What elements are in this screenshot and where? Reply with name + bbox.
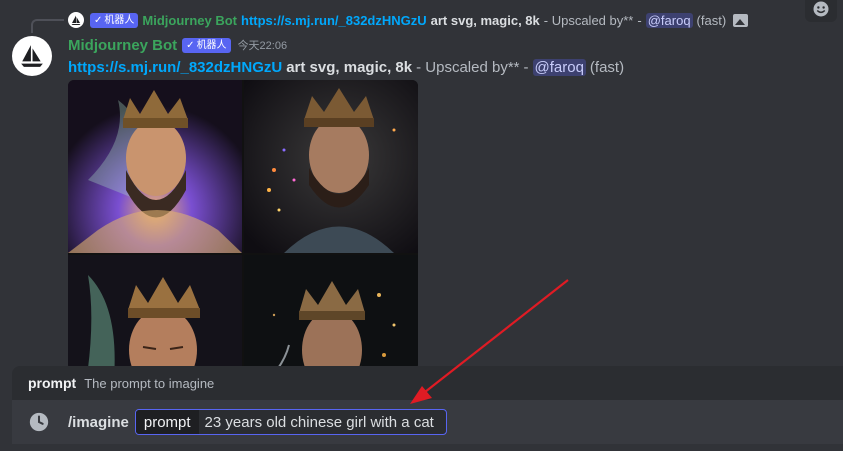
message-mention[interactable]: @faroq xyxy=(532,58,586,76)
prompt-option-field[interactable]: prompt 23 years old chinese girl with a … xyxy=(134,409,447,435)
reply-speed: (fast) xyxy=(696,12,727,28)
reply-suffix: - Upscaled by** xyxy=(543,12,634,28)
grid-image-4[interactable] xyxy=(244,255,418,370)
command-option-popup[interactable]: prompt The prompt to imagine xyxy=(12,366,843,400)
check-icon: ✓ xyxy=(186,39,195,51)
sailboat-icon xyxy=(21,45,43,67)
message-suffix: - Upscaled by** xyxy=(416,58,520,76)
reply-reference[interactable]: ✓ 机器人 Midjourney Bot https://s.mj.run/_8… xyxy=(68,11,749,29)
reply-prompt-text: art svg, magic, 8k xyxy=(430,12,540,28)
reply-link[interactable]: https://s.mj.run/_832dzHNGzU xyxy=(241,13,427,28)
check-icon: ✓ xyxy=(94,14,103,26)
image-grid[interactable] xyxy=(68,80,418,370)
bot-tag: ✓ 机器人 xyxy=(182,37,231,53)
message-input-bar[interactable]: /imagine prompt 23 years old chinese gir… xyxy=(12,400,843,444)
message-speed: (fast) xyxy=(589,58,625,76)
reply-mention[interactable]: @faroq xyxy=(645,12,693,28)
message-author[interactable]: Midjourney Bot xyxy=(68,37,177,54)
image-icon xyxy=(733,13,749,27)
sailboat-icon xyxy=(68,12,84,28)
reply-separator: - xyxy=(637,12,642,28)
message-header: Midjourney Bot ✓ 机器人 今天22:06 xyxy=(68,35,287,55)
clock-icon xyxy=(28,411,50,433)
reply-author[interactable]: Midjourney Bot xyxy=(142,13,237,28)
option-name: prompt xyxy=(28,375,77,391)
slash-command: /imagine xyxy=(68,413,129,431)
avatar[interactable] xyxy=(12,36,52,76)
prompt-input[interactable]: 23 years old chinese girl with a cat xyxy=(199,410,446,434)
message-prompt-text: art svg, magic, 8k xyxy=(286,58,413,76)
message-content: https://s.mj.run/_832dzHNGzU art svg, ma… xyxy=(68,57,624,77)
message-timestamp: 今天22:06 xyxy=(237,40,288,52)
message-separator: - xyxy=(523,58,529,76)
grid-image-1[interactable] xyxy=(68,80,242,253)
bot-tag: ✓ 机器人 xyxy=(90,12,139,28)
message-link[interactable]: https://s.mj.run/_832dzHNGzU xyxy=(68,59,282,76)
option-label: prompt xyxy=(135,410,199,434)
reply-spine xyxy=(31,19,64,33)
grid-image-3[interactable] xyxy=(68,255,242,370)
option-description: The prompt to imagine xyxy=(84,375,215,391)
emoji-icon xyxy=(813,1,829,17)
add-reaction-button[interactable] xyxy=(805,0,837,22)
grid-image-2[interactable] xyxy=(244,80,418,253)
